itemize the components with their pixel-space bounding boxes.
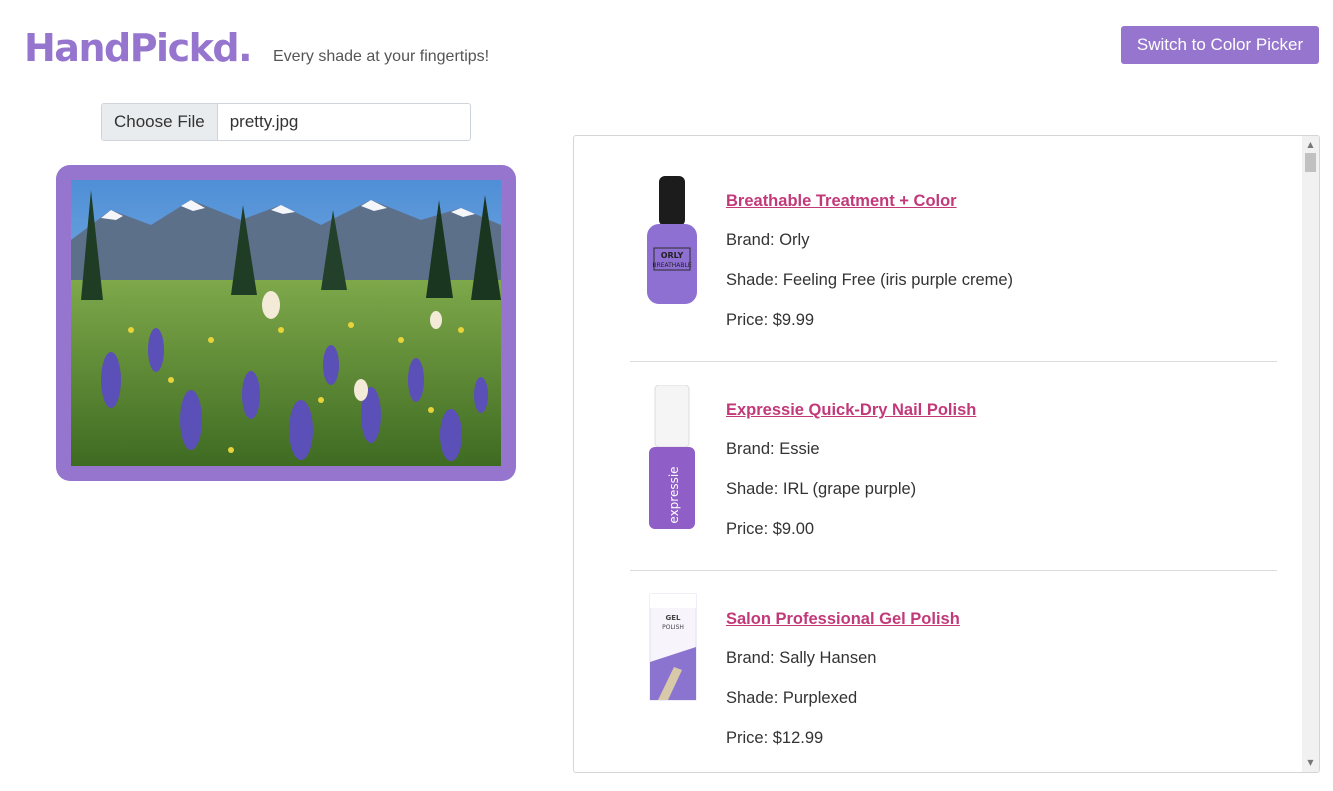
essie-bottle-image: expressie: [649, 385, 695, 529]
results-scrollbar[interactable]: ▲ ▼: [1302, 136, 1319, 772]
svg-text:POLISH: POLISH: [662, 624, 684, 631]
uploaded-image: [71, 180, 501, 466]
product-brand: Brand: Sally Hansen: [726, 649, 877, 667]
product-price: Price: $9.00: [726, 520, 815, 538]
product-card: GEL POLISH Salon Professional Gel Polish…: [630, 570, 1277, 772]
product-info: Expressie Quick-Dry Nail Polish Brand: E…: [726, 401, 976, 539]
product-title-link[interactable]: Expressie Quick-Dry Nail Polish: [726, 401, 976, 420]
tagline: Every shade at your fingertips!: [273, 48, 490, 65]
product-brand: Brand: Essie: [726, 440, 820, 458]
choose-file-button[interactable]: Choose File: [102, 104, 218, 140]
product-price: Price: $12.99: [726, 729, 824, 747]
file-name-display: pretty.jpg: [229, 112, 299, 131]
product-card: expressie Expressie Quick-Dry Nail Polis…: [630, 361, 1277, 571]
product-title-link[interactable]: Breathable Treatment + Color: [726, 192, 1013, 211]
file-input[interactable]: Choose File pretty.jpg: [101, 103, 471, 141]
product-shade: Shade: Feeling Free (iris purple creme): [726, 271, 1014, 289]
product-shade: Shade: IRL (grape purple): [726, 480, 917, 498]
logo: HandPickd.: [24, 26, 253, 70]
results-panel[interactable]: ORLY BREATHABLE Breathable Treatment + C…: [573, 135, 1320, 773]
scroll-up-arrow-icon[interactable]: ▲: [1302, 138, 1319, 152]
product-brand: Brand: Orly: [726, 231, 810, 249]
product-card: ORLY BREATHABLE Breathable Treatment + C…: [630, 152, 1277, 362]
product-shade: Shade: Purplexed: [726, 689, 858, 707]
scrollbar-thumb[interactable]: [1305, 153, 1316, 172]
svg-text:GEL: GEL: [666, 614, 682, 622]
svg-text:expressie: expressie: [667, 466, 681, 523]
product-info: Salon Professional Gel Polish Brand: Sal…: [726, 610, 960, 748]
svg-text:ORLY: ORLY: [661, 251, 684, 260]
sally-hansen-box-image: GEL POLISH: [649, 593, 697, 701]
switch-to-color-picker-button[interactable]: Switch to Color Picker: [1121, 26, 1319, 64]
orly-bottle-image: ORLY BREATHABLE: [647, 176, 697, 304]
product-title-link[interactable]: Salon Professional Gel Polish: [726, 610, 960, 629]
uploaded-image-frame: [56, 165, 516, 481]
product-info: Breathable Treatment + Color Brand: Orly…: [726, 192, 1013, 330]
product-price: Price: $9.99: [726, 311, 815, 329]
svg-text:BREATHABLE: BREATHABLE: [652, 262, 691, 269]
scroll-down-arrow-icon[interactable]: ▼: [1302, 756, 1319, 770]
